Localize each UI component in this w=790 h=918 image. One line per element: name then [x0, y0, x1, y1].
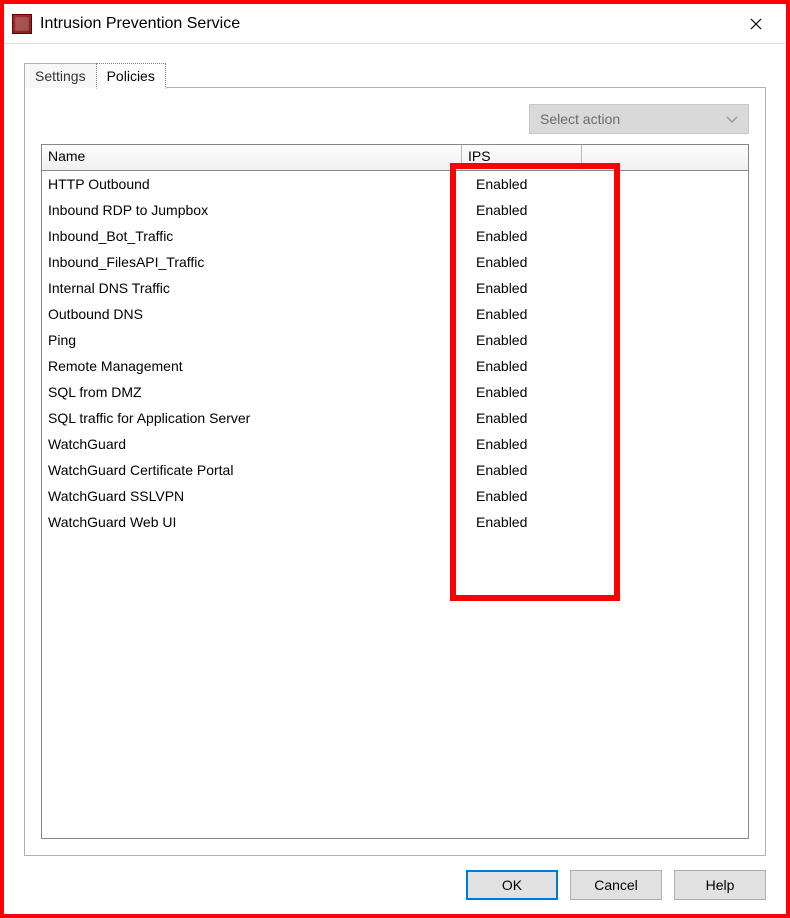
cell-ips: Enabled: [462, 461, 582, 479]
cell-ips: Enabled: [462, 253, 582, 271]
titlebar: Intrusion Prevention Service: [4, 4, 786, 44]
cell-ips: Enabled: [462, 409, 582, 427]
cell-ips: Enabled: [462, 279, 582, 297]
cell-name: WatchGuard Certificate Portal: [42, 461, 462, 479]
table-row[interactable]: SQL traffic for Application ServerEnable…: [42, 405, 748, 431]
cell-name: Inbound RDP to Jumpbox: [42, 201, 462, 219]
policies-table: Name IPS HTTP OutboundEnabledInbound RDP…: [41, 144, 749, 839]
table-row[interactable]: WatchGuard Certificate PortalEnabled: [42, 457, 748, 483]
cell-ips: Enabled: [462, 487, 582, 505]
table-body: HTTP OutboundEnabledInbound RDP to Jumpb…: [42, 171, 748, 535]
select-action-label: Select action: [540, 111, 620, 127]
app-icon: [12, 14, 32, 34]
column-header-ips[interactable]: IPS: [462, 145, 582, 170]
table-header: Name IPS: [42, 145, 748, 171]
select-action-dropdown[interactable]: Select action: [529, 104, 749, 134]
cell-ips: Enabled: [462, 305, 582, 323]
cell-name: Inbound_Bot_Traffic: [42, 227, 462, 245]
cancel-button[interactable]: Cancel: [570, 870, 662, 900]
cell-name: SQL from DMZ: [42, 383, 462, 401]
cell-ips: Enabled: [462, 435, 582, 453]
help-button[interactable]: Help: [674, 870, 766, 900]
tab-settings-label: Settings: [35, 68, 86, 84]
table-row[interactable]: Inbound_Bot_TrafficEnabled: [42, 223, 748, 249]
table-row[interactable]: HTTP OutboundEnabled: [42, 171, 748, 197]
help-button-label: Help: [706, 877, 735, 893]
table-row[interactable]: Inbound RDP to JumpboxEnabled: [42, 197, 748, 223]
cell-ips: Enabled: [462, 357, 582, 375]
column-header-name[interactable]: Name: [42, 145, 462, 170]
tab-panel-policies: Select action Name IPS HTTP OutboundEnab…: [24, 87, 766, 856]
cell-name: Internal DNS Traffic: [42, 279, 462, 297]
tab-settings[interactable]: Settings: [24, 63, 97, 88]
cell-name: Outbound DNS: [42, 305, 462, 323]
cell-ips: Enabled: [462, 513, 582, 531]
tab-row: Settings Policies: [24, 60, 766, 88]
table-row[interactable]: Inbound_FilesAPI_TrafficEnabled: [42, 249, 748, 275]
table-row[interactable]: WatchGuard SSLVPNEnabled: [42, 483, 748, 509]
close-button[interactable]: [734, 9, 778, 39]
table-row[interactable]: Remote ManagementEnabled: [42, 353, 748, 379]
cell-name: Remote Management: [42, 357, 462, 375]
cell-ips: Enabled: [462, 331, 582, 349]
table-row[interactable]: Outbound DNSEnabled: [42, 301, 748, 327]
dialog-button-row: OK Cancel Help: [24, 856, 766, 900]
close-icon: [750, 18, 762, 30]
cell-ips: Enabled: [462, 201, 582, 219]
cell-name: Ping: [42, 331, 462, 349]
cell-ips: Enabled: [462, 175, 582, 193]
tab-policies-label: Policies: [107, 68, 155, 84]
table-row[interactable]: WatchGuard Web UIEnabled: [42, 509, 748, 535]
table-row[interactable]: PingEnabled: [42, 327, 748, 353]
cell-name: WatchGuard Web UI: [42, 513, 462, 531]
cell-name: WatchGuard SSLVPN: [42, 487, 462, 505]
chevron-down-icon: [726, 111, 738, 127]
column-header-spacer: [582, 145, 748, 170]
cell-ips: Enabled: [462, 227, 582, 245]
cell-name: Inbound_FilesAPI_Traffic: [42, 253, 462, 271]
cell-name: WatchGuard: [42, 435, 462, 453]
cell-name: HTTP Outbound: [42, 175, 462, 193]
table-row[interactable]: Internal DNS TrafficEnabled: [42, 275, 748, 301]
tab-policies[interactable]: Policies: [96, 63, 166, 89]
table-row[interactable]: WatchGuardEnabled: [42, 431, 748, 457]
ok-button-label: OK: [502, 877, 522, 893]
cell-ips: Enabled: [462, 383, 582, 401]
ok-button[interactable]: OK: [466, 870, 558, 900]
table-row[interactable]: SQL from DMZEnabled: [42, 379, 748, 405]
cell-name: SQL traffic for Application Server: [42, 409, 462, 427]
window-title: Intrusion Prevention Service: [40, 15, 734, 33]
cancel-button-label: Cancel: [594, 877, 638, 893]
